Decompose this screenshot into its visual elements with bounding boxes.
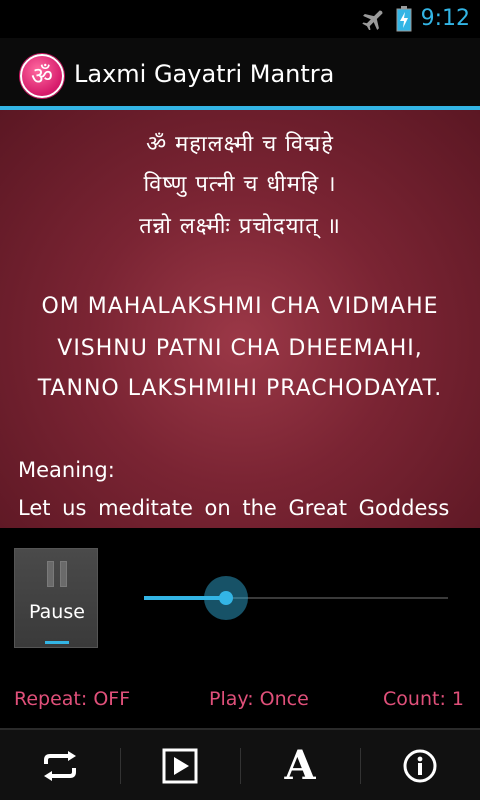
sanskrit-line-2: विष्णु पत्नी च धीमहि । xyxy=(143,172,337,197)
play-icon xyxy=(162,748,198,784)
latin-line-2: VISHNU PATNI CHA DHEEMAHI, xyxy=(57,336,423,361)
pause-indicator xyxy=(45,641,69,644)
repeat-icon xyxy=(44,751,76,781)
play-button[interactable] xyxy=(120,730,240,800)
repeat-button[interactable] xyxy=(0,730,120,800)
battery-charging-icon xyxy=(396,6,412,32)
play-mode-status: Play: Once xyxy=(209,688,309,710)
sanskrit-line-1: ॐ महालक्ष्मी च विद्महे xyxy=(146,132,334,157)
om-icon[interactable]: ॐ xyxy=(20,54,64,98)
airplane-mode-icon xyxy=(362,10,383,30)
seek-thumb[interactable] xyxy=(204,576,248,620)
meaning-text: Let us meditate on the Great Goddess xyxy=(18,496,450,520)
app-icon-glyph: ॐ xyxy=(31,62,53,90)
latin-line-1: OM MAHALAKSHMI CHA VIDMAHE xyxy=(41,294,439,319)
info-button[interactable] xyxy=(360,730,480,800)
page-title: Laxmi Gayatri Mantra xyxy=(74,60,335,88)
font-size-icon: A xyxy=(284,742,316,789)
info-icon xyxy=(403,749,437,783)
seek-bar[interactable] xyxy=(144,576,448,620)
meaning-label: Meaning: xyxy=(18,458,115,482)
mantra-content[interactable]: ॐ महालक्ष्मी च विद्महे विष्णु पत्नी च धी… xyxy=(0,110,480,528)
status-bar: 9:12 xyxy=(0,0,480,38)
bottom-toolbar: A xyxy=(0,728,480,800)
status-time: 9:12 xyxy=(420,6,470,31)
pause-button[interactable]: Pause xyxy=(14,548,98,648)
latin-line-3: TANNO LAKSHMIHI PRACHODAYAT. xyxy=(37,376,443,401)
count-status: Count: 1 xyxy=(383,688,464,710)
pause-label: Pause xyxy=(29,601,85,623)
pause-icon xyxy=(47,561,69,587)
repeat-status: Repeat: OFF xyxy=(14,688,131,710)
font-size-button[interactable]: A xyxy=(240,730,360,800)
sanskrit-line-3: तन्नो लक्ष्मीः प्रचोदयात् ॥ xyxy=(139,214,341,239)
